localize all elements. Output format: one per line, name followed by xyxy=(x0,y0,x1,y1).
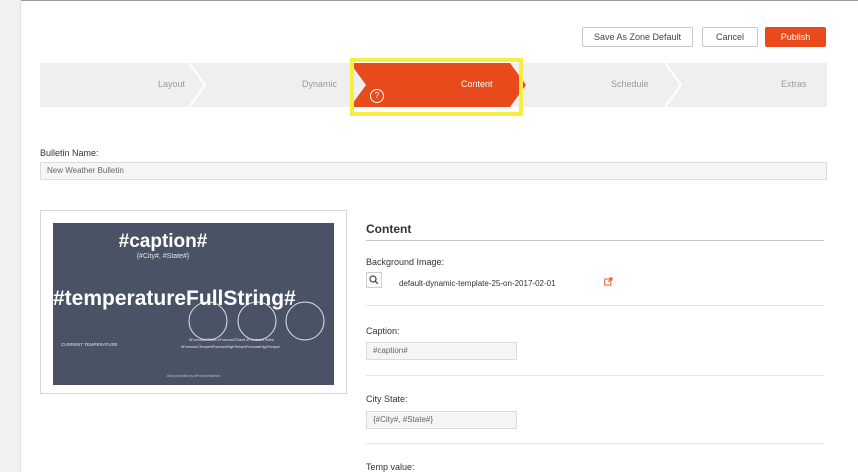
preview-temperature: #temperatureFullString# xyxy=(53,287,296,310)
preview-forecast-line-2: #Forecast1Temper#ForecastHighTempr#Forec… xyxy=(181,345,280,349)
highlight-box xyxy=(350,58,523,116)
external-link-icon[interactable] xyxy=(604,277,613,286)
cancel-button[interactable]: Cancel xyxy=(702,27,758,47)
step-layout[interactable]: Layout xyxy=(158,79,185,89)
background-image-label: Background Image: xyxy=(366,257,445,267)
step-dynamic[interactable]: Dynamic xyxy=(302,79,337,89)
bulletin-name-input[interactable]: New Weather Bulletin xyxy=(40,162,827,180)
city-state-label: City State: xyxy=(366,394,408,404)
content-section-title: Content xyxy=(366,222,412,236)
publish-button[interactable]: Publish xyxy=(765,27,826,47)
preview-forecast-line-1: #Forecast1Tilde# #Forecast2Tilde# #Forec… xyxy=(189,338,274,342)
city-state-input[interactable]: {#City#, #State#} xyxy=(366,411,517,429)
background-image-name: default-dynamic-template-25-on-2017-02-0… xyxy=(399,279,556,288)
temp-value-label: Temp value: xyxy=(366,462,415,472)
step-schedule[interactable]: Schedule xyxy=(611,79,649,89)
template-preview-panel: #caption# {#City#, #State#} #temperature… xyxy=(40,210,347,394)
field-divider xyxy=(366,305,824,306)
preview-current-temperature-label: CURRENT TEMPERATURE xyxy=(61,342,118,347)
caption-label: Caption: xyxy=(366,326,400,336)
field-divider xyxy=(366,443,824,444)
background-search-button[interactable] xyxy=(366,272,382,288)
section-divider xyxy=(366,240,824,241)
caption-input[interactable]: #caption# xyxy=(366,342,517,360)
search-icon xyxy=(369,275,379,285)
template-preview: #caption# {#City#, #State#} #temperature… xyxy=(53,223,334,385)
step-extras[interactable]: Extras xyxy=(781,79,807,89)
save-as-zone-default-button[interactable]: Save As Zone Default xyxy=(582,27,693,47)
bulletin-name-label: Bulletin Name: xyxy=(40,148,99,158)
left-sidebar-strip xyxy=(0,0,21,472)
preview-credit: Data provided by #ProviderName# xyxy=(166,374,221,378)
field-divider xyxy=(366,375,824,376)
